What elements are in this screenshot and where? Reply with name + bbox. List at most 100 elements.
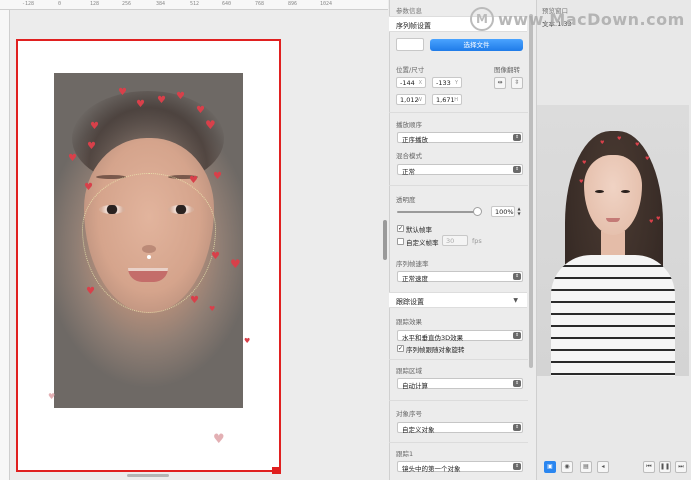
size-h-value: 1,671 bbox=[436, 96, 455, 104]
heart-sticker-icon: ♥ bbox=[645, 156, 650, 162]
heart-sticker-icon: ♥ bbox=[230, 257, 241, 271]
custom-fps-field[interactable]: 30 bbox=[442, 235, 468, 246]
custom-fps-label: 自定义帧率 bbox=[406, 239, 439, 247]
heart-sticker-icon: ♥ bbox=[86, 286, 95, 297]
blend-mode-value: 正常 bbox=[402, 168, 415, 176]
position-size-label: 位置/尺寸 bbox=[396, 66, 425, 74]
tracking-effect-select[interactable]: 水平和垂直伪3D效果 ⇕ bbox=[397, 330, 523, 342]
heart-sticker-icon: ♥ bbox=[118, 87, 127, 98]
ruler-label: 0 bbox=[58, 1, 62, 7]
canvas-vertical-scrollbar[interactable] bbox=[383, 220, 387, 260]
tracking-settings-title: 跟踪设置 bbox=[396, 298, 424, 306]
heart-sticker-icon: ♥ bbox=[656, 216, 661, 222]
tracking-effect-value: 水平和垂直伪3D效果 bbox=[402, 334, 464, 342]
preview-restart-icon[interactable]: ⏮ bbox=[643, 461, 655, 473]
stage-resize-handle[interactable] bbox=[272, 467, 281, 474]
vertical-ruler bbox=[0, 10, 10, 480]
opacity-label: 透明度 bbox=[396, 196, 416, 204]
heart-sticker-icon: ♥ bbox=[189, 175, 198, 186]
play-order-label: 播放顺序 bbox=[396, 121, 422, 129]
preview-left-eye bbox=[595, 190, 604, 193]
anchor-point[interactable] bbox=[147, 255, 151, 259]
ruler-label: 128 bbox=[90, 1, 100, 7]
select-arrow-icon: ⇕ bbox=[513, 166, 521, 173]
heart-sticker-icon: ♥ bbox=[176, 91, 185, 102]
flip-horizontal-icon[interactable]: ⇹ bbox=[494, 77, 506, 89]
heart-sticker-icon: ♥ bbox=[579, 179, 584, 185]
divider bbox=[389, 185, 528, 186]
position-y-unit: Y bbox=[454, 80, 458, 86]
opacity-slider-knob[interactable] bbox=[473, 207, 482, 216]
preview-speaker-icon[interactable]: ◂ bbox=[597, 461, 609, 473]
face-mesh-dots bbox=[82, 173, 216, 313]
custom-fps-value: 30 bbox=[446, 237, 455, 245]
preview-screen-mode-icon[interactable]: ▣ bbox=[544, 461, 556, 473]
collapse-caret-icon: ▼ bbox=[513, 297, 518, 304]
heart-sticker-icon: ♥ bbox=[213, 171, 222, 182]
macdown-logo-icon: M bbox=[470, 7, 494, 31]
preview-pause-icon[interactable]: ❚❚ bbox=[659, 461, 671, 473]
default-fps-checkbox[interactable]: ✓ bbox=[397, 225, 404, 232]
select-arrow-icon: ⇕ bbox=[513, 332, 521, 339]
rotate-with-object-checkbox[interactable]: ✓ bbox=[397, 345, 404, 352]
opacity-value: 100% bbox=[495, 208, 514, 216]
flip-label: 图像翻转 bbox=[494, 66, 520, 74]
heart-sticker-icon: ♥ bbox=[157, 95, 166, 106]
tracking1-select[interactable]: 镜头中的第一个对象 ⇕ bbox=[397, 461, 523, 473]
file-path-field[interactable] bbox=[396, 38, 424, 51]
heart-sticker-icon: ♥ bbox=[600, 140, 605, 146]
position-x-value: -144 bbox=[400, 79, 415, 87]
choose-file-button[interactable]: 选择文件 bbox=[430, 39, 523, 51]
object-index-select[interactable]: 自定义对象 ⇕ bbox=[397, 422, 523, 434]
size-h-field[interactable]: 1,671 H bbox=[432, 94, 462, 105]
position-y-field[interactable]: -133 Y bbox=[432, 77, 462, 88]
canvas-horizontal-scrollbar[interactable] bbox=[127, 474, 169, 477]
preview-photo: ♥ ♥ ♥ ♥ ♥ ♥ ♥ ♥ bbox=[537, 105, 689, 376]
tracking-settings-header[interactable]: 跟踪设置 ▼ bbox=[389, 292, 527, 308]
heart-sticker-icon: ♥ bbox=[68, 153, 77, 164]
heart-sticker-icon: ♥ bbox=[196, 105, 205, 116]
ruler-label: 512 bbox=[190, 1, 200, 7]
preview-striped-shirt bbox=[551, 255, 675, 376]
tracking-area-label: 跟踪区域 bbox=[396, 367, 422, 375]
opacity-stepper-icon[interactable]: ▲ ▼ bbox=[516, 206, 522, 217]
tracking-effect-label: 跟踪效果 bbox=[396, 318, 422, 326]
play-order-select[interactable]: 正序播放 ⇕ bbox=[397, 132, 523, 144]
divider bbox=[389, 112, 528, 113]
editor-canvas[interactable]: -128 0 128 256 384 512 640 768 896 1024 … bbox=[0, 0, 388, 480]
properties-scrollbar[interactable] bbox=[529, 14, 533, 368]
tracking1-value: 镜头中的第一个对象 bbox=[402, 465, 461, 473]
preview-camera-icon[interactable]: ◉ bbox=[561, 461, 573, 473]
select-arrow-icon: ⇕ bbox=[513, 463, 521, 470]
opacity-field[interactable]: 100% bbox=[491, 206, 515, 217]
divider bbox=[389, 359, 528, 360]
watermark-text: www.MacDown.com bbox=[498, 10, 685, 29]
ruler-label: -128 bbox=[22, 1, 35, 7]
seq-speed-label: 序列帧速率 bbox=[396, 260, 429, 268]
watermark: M www.MacDown.com bbox=[470, 7, 684, 33]
flip-vertical-icon[interactable]: ⇳ bbox=[511, 77, 523, 89]
heart-sticker-icon: ♥ bbox=[205, 118, 216, 132]
divider bbox=[389, 400, 528, 401]
seq-speed-select[interactable]: 正常速度 ⇕ bbox=[397, 271, 523, 283]
heart-sticker-icon: ♥ bbox=[190, 295, 199, 306]
rotate-with-object-label: 序列帧跟随对象旋转 bbox=[406, 346, 465, 354]
play-order-value: 正序播放 bbox=[402, 136, 428, 144]
custom-fps-checkbox[interactable] bbox=[397, 238, 404, 245]
seq-speed-value: 正常速度 bbox=[402, 275, 428, 283]
position-x-field[interactable]: -144 X bbox=[396, 77, 426, 88]
size-w-unit: W bbox=[417, 97, 422, 103]
preview-next-icon[interactable]: ⏭ bbox=[675, 461, 687, 473]
preview-photo-icon[interactable]: ▤ bbox=[580, 461, 592, 473]
tracking-area-select[interactable]: 自动计算 ⇕ bbox=[397, 378, 523, 390]
blend-mode-select[interactable]: 正常 ⇕ bbox=[397, 164, 523, 176]
heart-sticker-icon: ♥ bbox=[209, 305, 216, 313]
heart-sticker-icon: ♥ bbox=[90, 121, 99, 132]
heart-sticker-icon: ♥ bbox=[87, 141, 96, 152]
size-w-field[interactable]: 1,012 W bbox=[396, 94, 426, 105]
opacity-slider-track[interactable] bbox=[397, 211, 479, 213]
default-fps-label: 默认帧率 bbox=[406, 226, 432, 234]
select-arrow-icon: ⇕ bbox=[513, 424, 521, 431]
tracking-area-value: 自动计算 bbox=[402, 382, 428, 390]
heart-sticker-icon: ♥ bbox=[211, 251, 220, 262]
